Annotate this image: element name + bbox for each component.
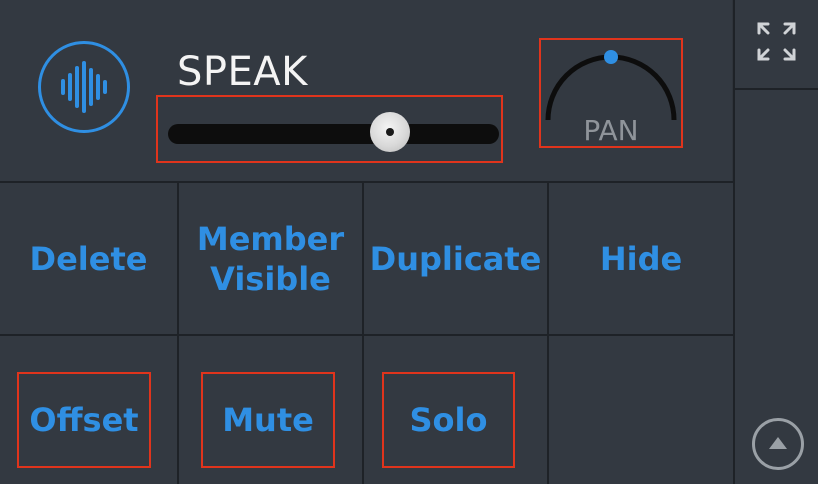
scroll-up-button[interactable] [752, 418, 804, 470]
offset-label: Offset [29, 401, 139, 439]
member-visible-label: Member Visible [196, 219, 345, 298]
offset-button[interactable]: Offset [17, 372, 151, 468]
track-panel: SPEAK PAN Delete Member Visible Duplicat… [0, 0, 818, 484]
volume-fader[interactable] [156, 95, 503, 163]
solo-label: Solo [409, 401, 488, 439]
sidebar-divider [735, 88, 818, 90]
track-header: SPEAK PAN [0, 0, 732, 181]
duplicate-label: Duplicate [369, 239, 542, 278]
up-arrow-circle-icon [769, 437, 787, 449]
hide-label: Hide [599, 239, 683, 278]
empty-cell [549, 336, 733, 484]
waveform-icon [38, 41, 130, 133]
mute-label: Mute [222, 401, 314, 439]
mute-button[interactable]: Mute [201, 372, 335, 468]
delete-button[interactable]: Delete [0, 183, 177, 334]
solo-button[interactable]: Solo [382, 372, 515, 468]
pan-knob[interactable]: PAN [539, 38, 683, 148]
delete-label: Delete [29, 239, 148, 278]
fader-track[interactable] [168, 124, 499, 144]
track-name: SPEAK [177, 49, 308, 95]
expand-icon [757, 22, 796, 61]
pan-label: PAN [583, 114, 639, 147]
expand-button[interactable] [735, 0, 818, 88]
pan-indicator[interactable] [604, 50, 618, 64]
duplicate-button[interactable]: Duplicate [364, 183, 547, 334]
fader-knob[interactable] [369, 112, 410, 152]
member-visible-button[interactable]: Member Visible [179, 183, 362, 334]
hide-button[interactable]: Hide [549, 183, 733, 334]
